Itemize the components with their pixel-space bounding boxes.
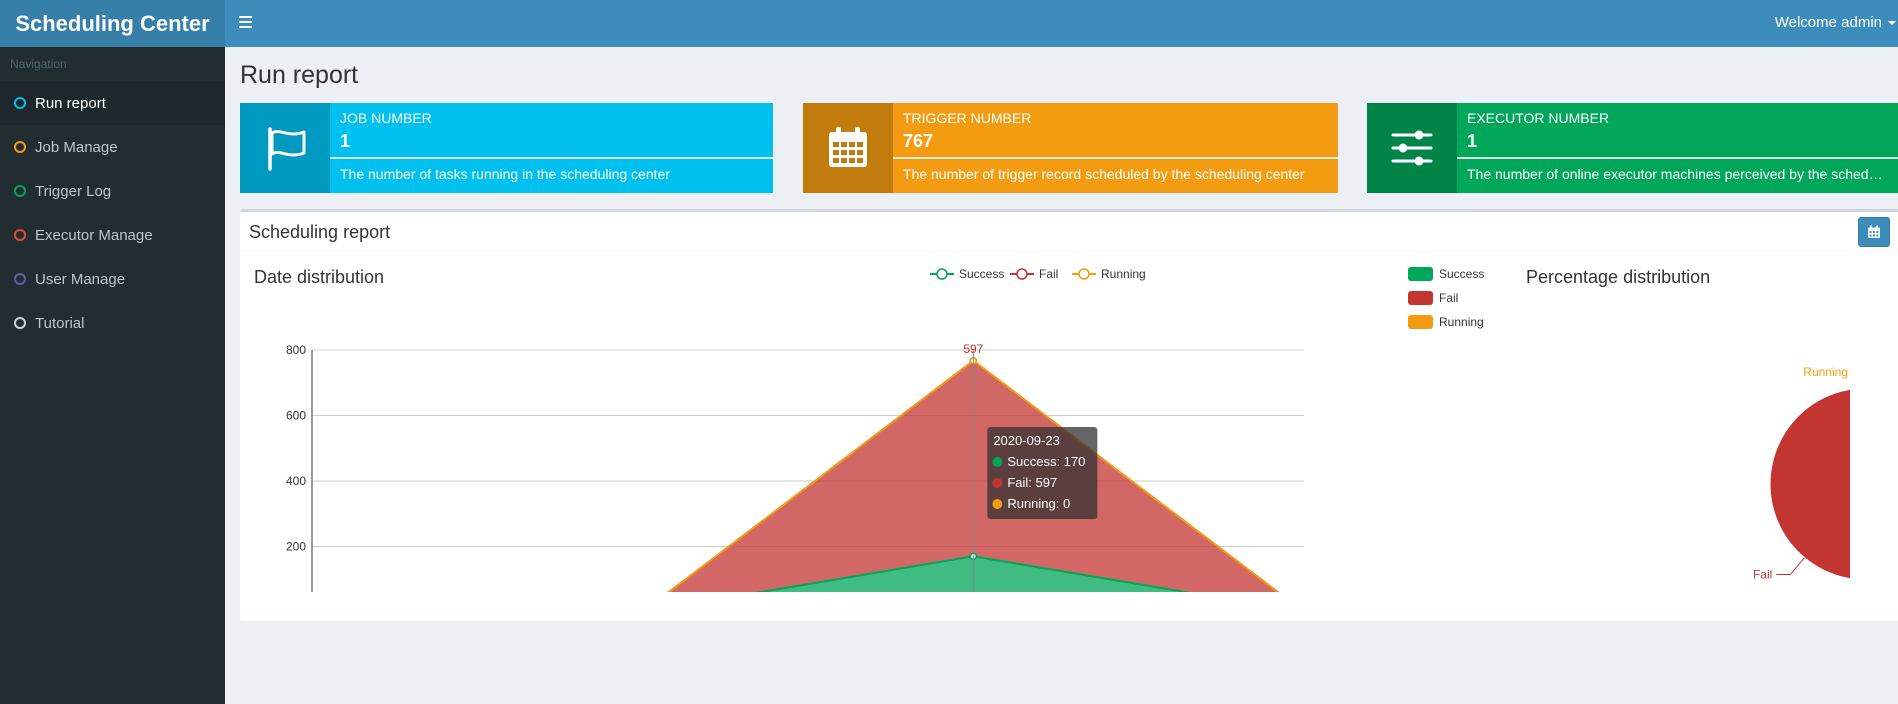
sidebar-item-executor-manage[interactable]: Executor Manage <box>0 213 225 257</box>
info-box-number: 1 <box>1467 131 1478 151</box>
circle-icon <box>14 317 26 329</box>
progress-bar <box>330 157 773 159</box>
legend-label: Fail <box>1439 291 1458 305</box>
flag-icon <box>268 127 306 171</box>
info-box-description: The number of trigger record scheduled b… <box>903 166 1305 182</box>
circle-icon <box>14 97 26 109</box>
legend-marker-success <box>936 268 948 280</box>
info-box-number: 1 <box>340 131 351 151</box>
legend-label: Running <box>1101 267 1146 281</box>
info-box-text: TRIGGER NUMBER 767 <box>903 110 1334 152</box>
info-box-executor-number: EXECUTOR NUMBER 1 The number of online e… <box>1367 103 1898 193</box>
sidebar-item-user-manage[interactable]: User Manage <box>0 257 225 301</box>
info-box-label: EXECUTOR NUMBER <box>1467 110 1610 126</box>
legend-marker-fail <box>1016 268 1028 280</box>
sidebar-item-label: Tutorial <box>35 314 85 332</box>
sidebar: Navigation Run report Job Manage Trigger… <box>0 47 225 704</box>
info-box-icon <box>1367 103 1457 193</box>
sidebar-item-trigger-log[interactable]: Trigger Log <box>0 169 225 213</box>
y-tick-label: 600 <box>286 409 306 423</box>
progress-bar <box>893 157 1338 159</box>
legend-swatch-fail <box>1408 291 1433 305</box>
pie-label: Fail <box>1753 568 1772 582</box>
hamburger-icon-bar <box>239 26 252 28</box>
date-range-button[interactable] <box>1858 217 1890 247</box>
legend-label: Success <box>959 267 1004 281</box>
calendar-icon <box>1868 225 1880 238</box>
sidebar-item-label: Run report <box>35 94 106 112</box>
tooltip-line: Fail: 597 <box>1007 475 1057 490</box>
sidebar-item-label: Job Manage <box>35 138 118 156</box>
info-box-text: EXECUTOR NUMBER 1 <box>1467 110 1894 152</box>
page-title: Run report <box>240 61 359 89</box>
circle-icon <box>14 229 26 241</box>
box-title: Scheduling report <box>249 222 391 242</box>
sidebar-toggle-button[interactable] <box>239 12 259 32</box>
info-box-job-number: JOB NUMBER 1 The number of tasks running… <box>240 103 773 193</box>
app-title: Scheduling Center <box>15 10 210 36</box>
date-distribution-chart[interactable]: 02004006008002020-09-212020-09-222020-09… <box>240 252 1350 592</box>
caret-down-icon <box>1888 20 1896 25</box>
sidebar-item-tutorial[interactable]: Tutorial <box>0 301 225 345</box>
circle-icon <box>14 273 26 285</box>
info-box-icon <box>240 103 330 193</box>
main-content: Run report JOB NUMBER 1 The number of ta… <box>225 47 1898 704</box>
circle-icon <box>14 141 26 153</box>
sliders-icon <box>1391 130 1433 166</box>
sidebar-item-label: Trigger Log <box>35 182 112 200</box>
tooltip-marker <box>992 457 1003 467</box>
legend-swatch-running <box>1408 315 1433 329</box>
info-box-text: JOB NUMBER 1 <box>340 110 769 152</box>
y-tick-label: 800 <box>286 343 306 357</box>
hamburger-icon <box>239 16 252 18</box>
info-box-label: TRIGGER NUMBER <box>903 110 1032 126</box>
progress-bar <box>1457 157 1898 159</box>
legend-label: Fail <box>1039 267 1058 281</box>
legend-swatch-success <box>1408 267 1433 281</box>
sidebar-item-label: Executor Manage <box>35 226 153 244</box>
sidebar-header: Navigation <box>10 57 67 71</box>
sidebar-item-run-report[interactable]: Run report <box>0 81 225 125</box>
pie-slice-fail <box>1769 388 1850 580</box>
legend-label: Running <box>1439 315 1484 329</box>
calendar-icon <box>829 127 867 167</box>
percentage-distribution-chart[interactable]: SuccessFailRunningSuccessFailRunning <box>1380 252 1850 592</box>
tooltip-line: Success: 170 <box>1007 454 1085 469</box>
app-logo[interactable]: Scheduling Center <box>0 0 225 47</box>
info-box-number: 767 <box>903 131 934 151</box>
info-box-icon <box>803 103 893 193</box>
legend-marker-running <box>1078 268 1090 280</box>
tooltip-title: 2020-09-23 <box>993 433 1059 448</box>
circle-icon <box>14 185 26 197</box>
area-fail <box>668 360 1278 592</box>
y-tick-label: 200 <box>286 540 306 554</box>
tooltip-marker <box>992 478 1003 488</box>
pie-leader-line <box>1776 557 1805 576</box>
user-menu-label: Welcome admin <box>1774 14 1882 31</box>
sidebar-item-label: User Manage <box>35 270 126 288</box>
info-box-description: The number of online executor machines p… <box>1467 166 1888 182</box>
y-tick-label: 400 <box>286 474 306 488</box>
pie-label: Running <box>1803 365 1848 379</box>
scheduling-report-box: Scheduling report Date distribution Perc… <box>240 209 1898 621</box>
tooltip-line: Running: 0 <box>1007 496 1070 511</box>
info-box-trigger-number: TRIGGER NUMBER 767 The number of trigger… <box>803 103 1338 193</box>
hamburger-icon-bar <box>239 21 252 23</box>
tooltip-marker <box>992 499 1003 509</box>
legend-label: Success <box>1439 267 1484 281</box>
top-navbar: Welcome admin <box>225 0 1898 47</box>
user-menu[interactable]: Welcome admin <box>1775 14 1896 31</box>
info-box-label: JOB NUMBER <box>340 110 432 126</box>
info-box-description: The number of tasks running in the sched… <box>340 166 670 182</box>
sidebar-item-job-manage[interactable]: Job Manage <box>0 125 225 169</box>
